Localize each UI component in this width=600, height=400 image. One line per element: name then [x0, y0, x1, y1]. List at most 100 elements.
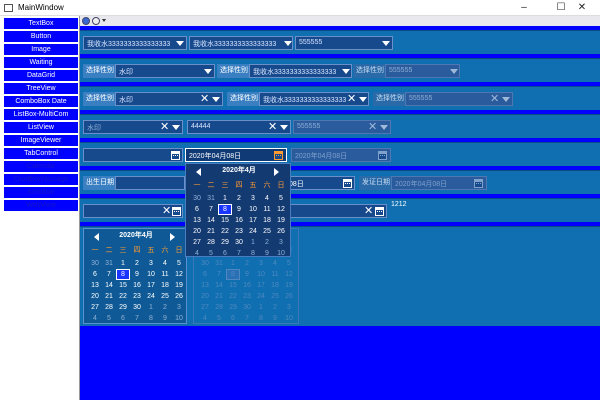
- clearable-date-picker[interactable]: ✕: [285, 204, 387, 218]
- calendar-day[interactable]: 3: [274, 237, 288, 248]
- combo-box[interactable]: 555555: [295, 36, 393, 50]
- calendar-day[interactable]: 24: [144, 291, 158, 302]
- chevron-down-icon[interactable]: [382, 41, 390, 46]
- sidebar-item[interactable]: Scrollbar: [4, 187, 78, 198]
- chevron-down-icon[interactable]: [342, 69, 350, 74]
- calendar-day[interactable]: 1: [116, 258, 130, 269]
- calendar-day[interactable]: 25: [260, 226, 274, 237]
- calendar-day[interactable]: 31: [204, 193, 218, 204]
- calendar-day[interactable]: 18: [158, 280, 172, 291]
- calendar-day[interactable]: 9: [158, 313, 172, 324]
- calendar-day[interactable]: 2: [232, 193, 246, 204]
- calendar-day[interactable]: 6: [190, 204, 204, 215]
- calendar-day[interactable]: 5: [204, 248, 218, 259]
- combo-box[interactable]: 我收水3333333333333333: [189, 36, 293, 50]
- calendar-day[interactable]: 30: [130, 302, 144, 313]
- combo-box[interactable]: 我收水3333333333333333: [83, 36, 187, 50]
- sidebar-item[interactable]: Calendar: [4, 161, 78, 172]
- date-picker[interactable]: [115, 176, 185, 190]
- calendar-day[interactable]: 10: [144, 269, 158, 280]
- calendar-day[interactable]: 5: [172, 258, 186, 269]
- calendar-day[interactable]: 1: [218, 193, 232, 204]
- calendar-day[interactable]: 7: [232, 248, 246, 259]
- calendar-day[interactable]: 7: [204, 204, 218, 215]
- sidebar-item[interactable]: TreeView: [4, 83, 78, 94]
- minimize-button[interactable]: –: [506, 0, 542, 16]
- date-picker[interactable]: [83, 148, 183, 162]
- calendar-day[interactable]: 13: [88, 280, 102, 291]
- calendar-day[interactable]: 30: [190, 193, 204, 204]
- calendar-day[interactable]: 16: [130, 280, 144, 291]
- calendar-day[interactable]: 8: [144, 313, 158, 324]
- calendar-day[interactable]: 8: [246, 248, 260, 259]
- calendar-day[interactable]: 22: [116, 291, 130, 302]
- display-layout-icon[interactable]: [92, 17, 100, 25]
- calendar-day[interactable]: 6: [88, 269, 102, 280]
- previous-month-icon[interactable]: [196, 168, 201, 176]
- clear-icon[interactable]: ✕: [364, 205, 373, 217]
- sidebar-item[interactable]: Image: [4, 44, 78, 55]
- calendar-day[interactable]: 10: [172, 313, 186, 324]
- chevron-down-icon[interactable]: [359, 97, 367, 102]
- chevron-down-icon[interactable]: [212, 97, 220, 102]
- calendar-day[interactable]: 28: [204, 237, 218, 248]
- calendar-day[interactable]: 6: [116, 313, 130, 324]
- select-element-icon[interactable]: [82, 17, 90, 25]
- sidebar-item[interactable]: WebView: [4, 200, 78, 211]
- calendar-day[interactable]: 21: [204, 226, 218, 237]
- calendar-day[interactable]: 6: [218, 248, 232, 259]
- sidebar-item[interactable]: ListView: [4, 122, 78, 133]
- sidebar-item[interactable]: TextBox: [4, 18, 78, 29]
- calendar-day[interactable]: 5: [274, 193, 288, 204]
- calendar-day-selected[interactable]: 8: [218, 204, 232, 215]
- calendar-day[interactable]: 13: [190, 215, 204, 226]
- calendar-day[interactable]: 21: [102, 291, 116, 302]
- clearable-combo-box[interactable]: 我收水3333333333333333 ✕: [259, 92, 369, 106]
- clearable-combo-box[interactable]: 44444 ✕: [187, 120, 291, 134]
- calendar-day[interactable]: 27: [190, 237, 204, 248]
- calendar-day[interactable]: 7: [130, 313, 144, 324]
- calendar-day[interactable]: 23: [130, 291, 144, 302]
- calendar-day[interactable]: 2: [130, 258, 144, 269]
- calendar-day[interactable]: 4: [158, 258, 172, 269]
- chevron-down-icon[interactable]: [284, 41, 292, 46]
- clear-icon[interactable]: ✕: [162, 205, 171, 217]
- chevron-down-icon[interactable]: [204, 69, 212, 74]
- calendar-day[interactable]: 20: [88, 291, 102, 302]
- sidebar-item[interactable]: DataGrid: [4, 70, 78, 81]
- calendar-day[interactable]: 3: [172, 302, 186, 313]
- calendar-day[interactable]: 18: [260, 215, 274, 226]
- calendar-day[interactable]: 16: [232, 215, 246, 226]
- next-month-icon[interactable]: [274, 168, 279, 176]
- next-month-icon[interactable]: [170, 233, 175, 241]
- calendar-day[interactable]: 7: [102, 269, 116, 280]
- calendar-day[interactable]: 4: [190, 248, 204, 259]
- calendar-day[interactable]: 26: [274, 226, 288, 237]
- chevron-down-icon[interactable]: [280, 125, 288, 130]
- date-picker[interactable]: 08日: [285, 176, 355, 190]
- clearable-combo-box[interactable]: 水印 ✕: [115, 92, 223, 106]
- date-picker-open[interactable]: 2020年04月08日: [185, 148, 287, 162]
- calendar-icon[interactable]: [172, 207, 181, 216]
- calendar-day[interactable]: 10: [274, 248, 288, 259]
- sidebar-item[interactable]: ListBox-MultiCom: [4, 109, 78, 120]
- sidebar-item[interactable]: Button: [4, 31, 78, 42]
- calendar-day[interactable]: 12: [274, 204, 288, 215]
- calendar-day[interactable]: 30: [88, 258, 102, 269]
- calendar-day[interactable]: 4: [260, 193, 274, 204]
- calendar-icon[interactable]: [343, 179, 352, 188]
- calendar-day[interactable]: 15: [218, 215, 232, 226]
- calendar-day[interactable]: 17: [246, 215, 260, 226]
- calendar-day[interactable]: 11: [158, 269, 172, 280]
- calendar-day[interactable]: 14: [204, 215, 218, 226]
- calendar-day[interactable]: 3: [246, 193, 260, 204]
- clear-icon[interactable]: ✕: [347, 93, 356, 105]
- calendar-day[interactable]: 20: [190, 226, 204, 237]
- calendar-day[interactable]: 9: [232, 204, 246, 215]
- sidebar-item[interactable]: TabControl: [4, 148, 78, 159]
- calendar-day[interactable]: 9: [130, 269, 144, 280]
- calendar-day[interactable]: 5: [102, 313, 116, 324]
- combo-box[interactable]: 水印: [115, 64, 215, 78]
- sidebar-item[interactable]: ImageViewer: [4, 135, 78, 146]
- calendar-day[interactable]: 9: [260, 248, 274, 259]
